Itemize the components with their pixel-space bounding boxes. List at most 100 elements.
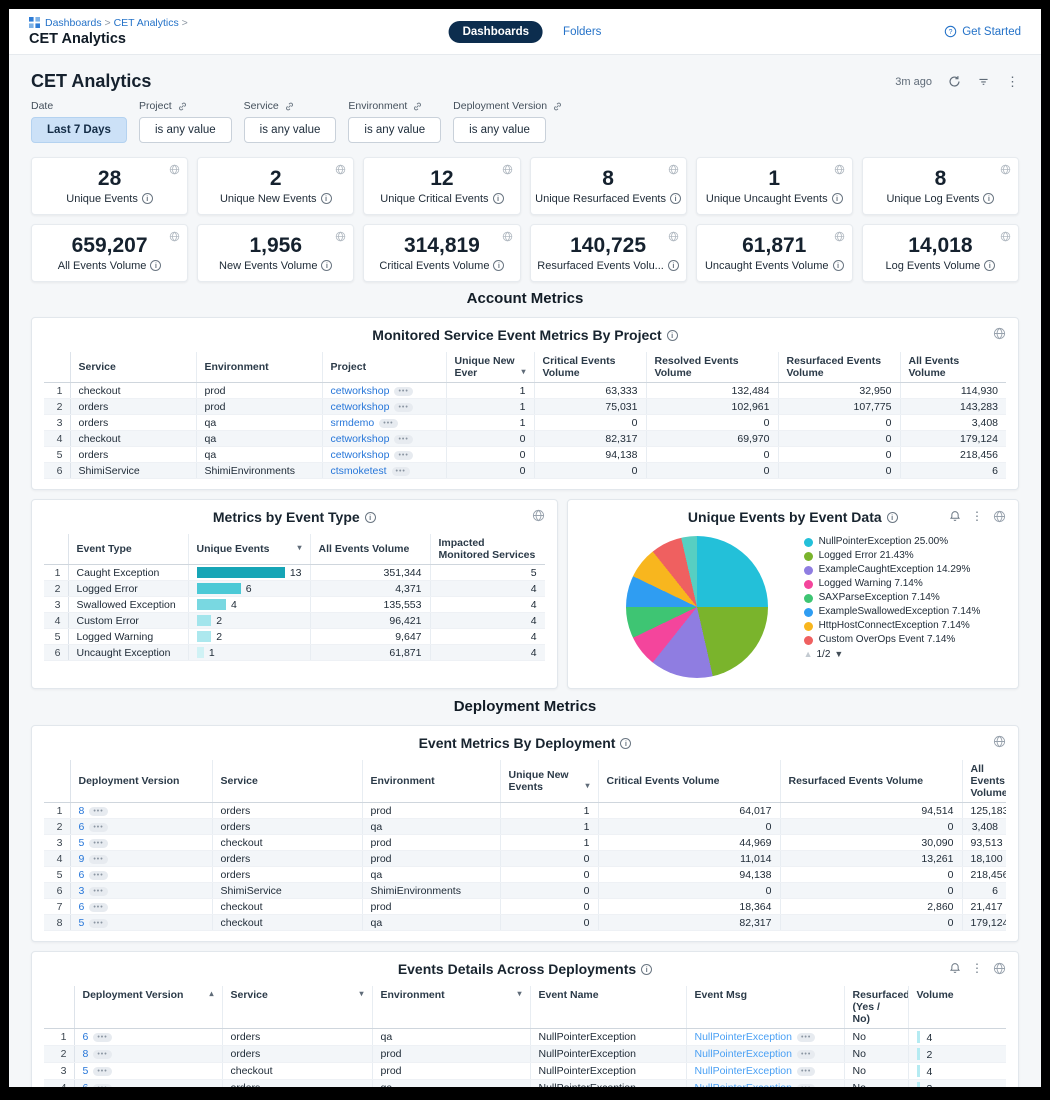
globe-icon[interactable] — [668, 231, 679, 242]
cell-link[interactable]: 8 — [83, 1048, 89, 1060]
info-icon[interactable]: i — [983, 193, 994, 204]
info-icon[interactable]: i — [670, 193, 681, 204]
globe-icon[interactable] — [502, 164, 513, 175]
ellipsis-pill[interactable]: ••• — [392, 467, 410, 476]
ellipsis-pill[interactable]: ••• — [89, 919, 107, 928]
column-header[interactable]: Event Type — [68, 534, 188, 565]
refresh-icon[interactable] — [948, 75, 961, 88]
legend-page-up-icon[interactable]: ▲ — [804, 649, 813, 659]
info-icon[interactable]: i — [887, 512, 898, 523]
globe-icon[interactable] — [169, 231, 180, 242]
column-header[interactable]: Service▾ — [222, 986, 372, 1029]
ellipsis-pill[interactable]: ••• — [797, 1050, 815, 1059]
column-header[interactable]: Service — [70, 352, 196, 383]
info-icon[interactable]: i — [833, 260, 844, 271]
legend-item[interactable]: ExampleSwallowedException 7.14% — [804, 606, 994, 619]
sort-icon[interactable]: ▾ — [517, 989, 521, 998]
column-header[interactable]: Unique New Ever▾ — [446, 352, 534, 383]
cell-link[interactable]: 8 — [79, 805, 85, 817]
ellipsis-pill[interactable]: ••• — [394, 435, 412, 444]
info-icon[interactable]: i — [668, 260, 679, 271]
info-icon[interactable]: i — [667, 330, 678, 341]
sort-icon[interactable]: ▴ — [209, 989, 213, 998]
info-icon[interactable]: i — [321, 193, 332, 204]
tab-dashboards[interactable]: Dashboards — [449, 21, 543, 43]
cell-link[interactable]: srmdemo — [331, 417, 375, 429]
ellipsis-pill[interactable]: ••• — [93, 1033, 111, 1042]
ellipsis-pill[interactable]: ••• — [394, 387, 412, 396]
globe-icon[interactable] — [993, 735, 1006, 748]
globe-icon[interactable] — [532, 509, 545, 522]
bell-icon[interactable] — [949, 962, 961, 974]
cell-link[interactable]: 6 — [79, 901, 85, 913]
ellipsis-pill[interactable]: ••• — [394, 451, 412, 460]
globe-icon[interactable] — [335, 164, 346, 175]
globe-icon[interactable] — [668, 164, 679, 175]
globe-icon[interactable] — [993, 327, 1006, 340]
info-icon[interactable]: i — [142, 193, 153, 204]
legend-item[interactable]: HttpHostConnectException 7.14% — [804, 620, 994, 633]
cell-link[interactable]: 6 — [79, 869, 85, 881]
pie-chart[interactable] — [626, 536, 768, 678]
cell-link[interactable]: NullPointerException — [695, 1031, 792, 1043]
legend-item[interactable]: Logged Error 21.43% — [804, 550, 994, 563]
legend-item[interactable]: Custom OverOps Event 7.14% — [804, 634, 994, 647]
cell-link[interactable]: 6 — [83, 1082, 89, 1087]
cell-link[interactable]: NullPointerException — [695, 1065, 792, 1077]
kebab-menu-icon[interactable]: ⋮ — [971, 961, 983, 975]
ellipsis-pill[interactable]: ••• — [89, 823, 107, 832]
breadcrumb-link[interactable]: CET Analytics — [114, 17, 179, 29]
cell-link[interactable]: cetworkshop — [331, 385, 390, 397]
column-header[interactable]: Resurfaced Events Volume — [778, 352, 900, 383]
info-icon[interactable]: i — [620, 738, 631, 749]
bell-icon[interactable] — [949, 510, 961, 522]
globe-icon[interactable] — [169, 164, 180, 175]
column-header[interactable]: Service — [212, 760, 362, 803]
breadcrumb-link[interactable]: Dashboards — [45, 17, 102, 29]
info-icon[interactable]: i — [150, 260, 161, 271]
cell-link[interactable]: 5 — [79, 917, 85, 929]
column-header[interactable]: Project — [322, 352, 446, 383]
legend-item[interactable]: NullPointerException 25.00% — [804, 536, 994, 549]
cell-link[interactable]: NullPointerException — [695, 1082, 792, 1087]
column-header[interactable]: All Events Volume — [900, 352, 1006, 383]
filter-value-chip[interactable]: is any value — [348, 117, 441, 143]
cell-link[interactable]: cetworkshop — [331, 433, 390, 445]
info-icon[interactable]: i — [493, 260, 504, 271]
info-icon[interactable]: i — [365, 512, 376, 523]
column-header[interactable]: Event Name — [530, 986, 686, 1029]
info-icon[interactable]: i — [984, 260, 995, 271]
legend-item[interactable]: ExampleCaughtException 14.29% — [804, 564, 994, 577]
globe-icon[interactable] — [1000, 164, 1011, 175]
info-icon[interactable]: i — [641, 964, 652, 975]
ellipsis-pill[interactable]: ••• — [89, 855, 107, 864]
get-started-button[interactable]: ? Get Started — [944, 25, 1021, 38]
cell-link[interactable]: 5 — [83, 1065, 89, 1077]
kebab-menu-icon[interactable]: ⋮ — [1006, 74, 1019, 90]
ellipsis-pill[interactable]: ••• — [93, 1084, 111, 1087]
ellipsis-pill[interactable]: ••• — [93, 1050, 111, 1059]
cell-link[interactable]: NullPointerException — [695, 1048, 792, 1060]
column-header[interactable]: Environment▾ — [372, 986, 530, 1029]
ellipsis-pill[interactable]: ••• — [379, 419, 397, 428]
column-header[interactable]: Deployment Version — [70, 760, 212, 803]
ellipsis-pill[interactable]: ••• — [797, 1033, 815, 1042]
cell-link[interactable]: 6 — [83, 1031, 89, 1043]
cell-link[interactable]: cetworkshop — [331, 449, 390, 461]
cell-link[interactable]: 9 — [79, 853, 85, 865]
column-header[interactable]: Deployment Version▴ — [74, 986, 222, 1029]
sort-icon[interactable]: ▾ — [585, 781, 589, 790]
globe-icon[interactable] — [993, 510, 1006, 523]
ellipsis-pill[interactable]: ••• — [89, 903, 107, 912]
ellipsis-pill[interactable]: ••• — [797, 1084, 815, 1087]
column-header[interactable]: All Events Volume — [310, 534, 430, 565]
filter-icon[interactable] — [977, 75, 990, 88]
ellipsis-pill[interactable]: ••• — [89, 871, 107, 880]
globe-icon[interactable] — [502, 231, 513, 242]
column-header[interactable]: All Events Volume — [962, 760, 1006, 803]
column-header[interactable]: Critical Events Volume — [534, 352, 646, 383]
column-header[interactable]: Environment — [196, 352, 322, 383]
cell-link[interactable]: ctsmoketest — [331, 465, 387, 477]
legend-item[interactable]: SAXParseException 7.14% — [804, 592, 994, 605]
info-icon[interactable]: i — [493, 193, 504, 204]
